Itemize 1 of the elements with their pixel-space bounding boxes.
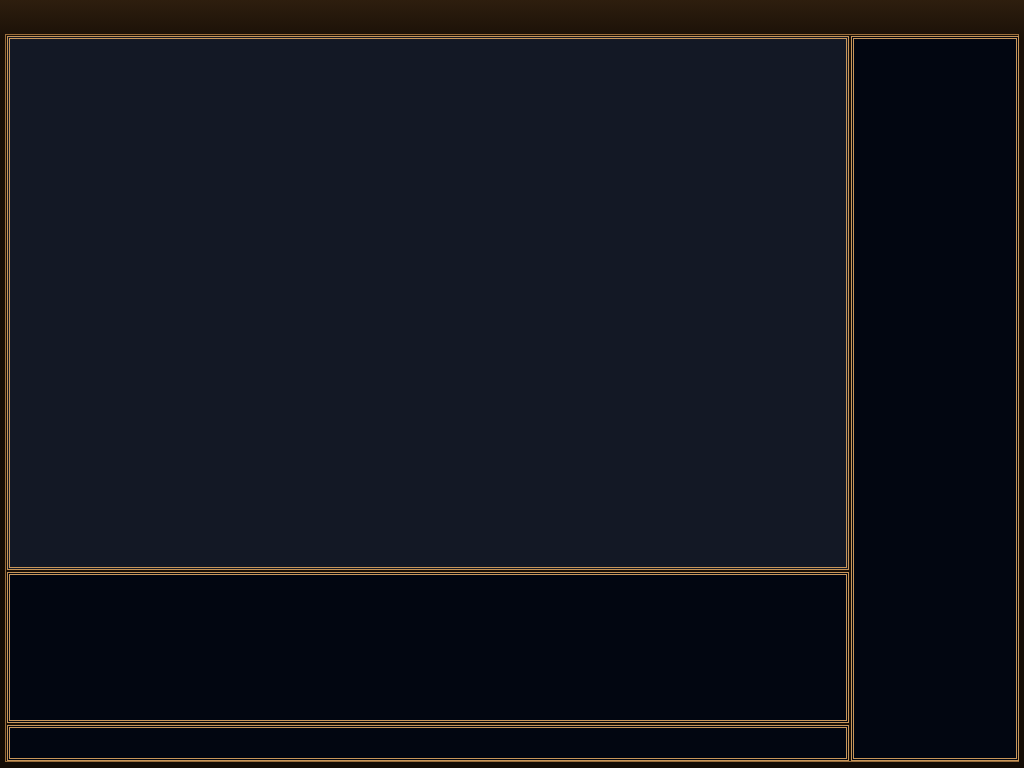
input-field[interactable] <box>7 725 849 761</box>
